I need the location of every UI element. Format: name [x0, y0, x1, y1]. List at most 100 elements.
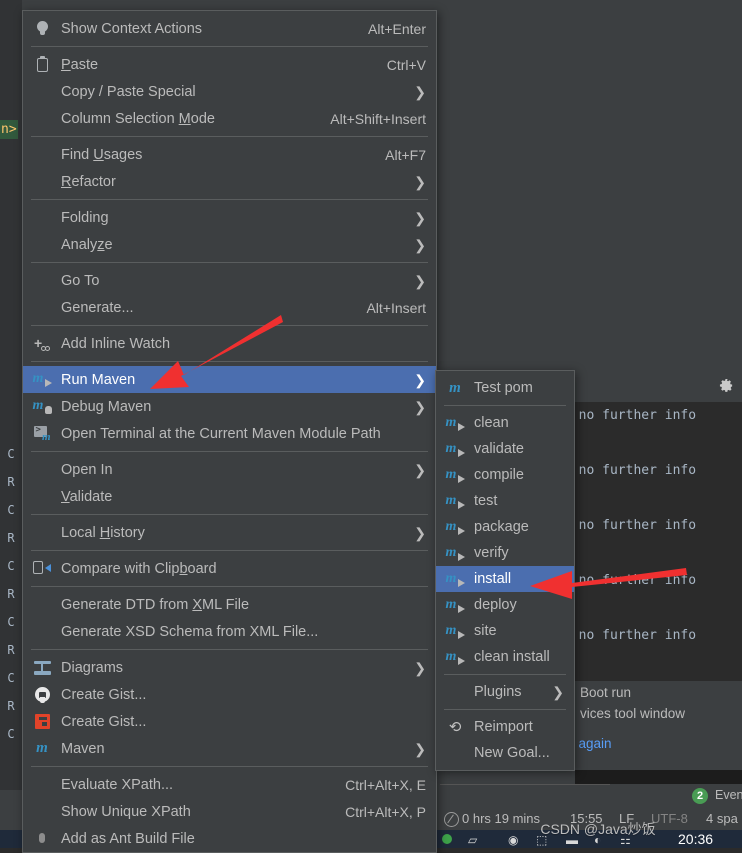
menu-item-label: clean install: [474, 649, 550, 665]
submenu-item-install[interactable]: m install: [436, 566, 574, 592]
console-footer-line: Boot run: [580, 685, 632, 700]
no-icon: [31, 300, 53, 316]
menu-separator: [31, 136, 428, 137]
menu-item-diagrams[interactable]: Diagrams ❯: [23, 654, 436, 681]
status-indent[interactable]: 4 spa: [706, 811, 738, 826]
menu-item-generate[interactable]: Generate... Alt+Insert: [23, 294, 436, 321]
no-icon: [31, 84, 53, 100]
no-icon: [31, 597, 53, 613]
maven-run-icon: m: [444, 623, 466, 639]
taskbar-app-icon-3[interactable]: ◉: [508, 833, 518, 847]
status-encoding[interactable]: UTF-8: [651, 811, 688, 826]
console-line: : no further info: [575, 628, 697, 643]
no-icon: [31, 804, 53, 820]
submenu-item-site[interactable]: m site: [436, 618, 574, 644]
gutter-marker: C: [7, 671, 15, 685]
event-log-label[interactable]: Even: [715, 788, 742, 802]
menu-item-create-gist-gitlab[interactable]: Create Gist...: [23, 708, 436, 735]
submenu-item-clean-install[interactable]: m clean install: [436, 644, 574, 670]
menu-item-label: Folding: [61, 209, 109, 226]
menu-item-open-in[interactable]: Open In ❯: [23, 456, 436, 483]
menu-item-label: Evaluate XPath...: [61, 776, 174, 793]
gear-icon[interactable]: [719, 378, 734, 393]
reimport-icon-glyph: ⟳: [448, 718, 462, 736]
taskbar-app-icon-1[interactable]: [442, 834, 452, 844]
menu-item-column-selection-mode[interactable]: Column Selection Mode Alt+Shift+Insert: [23, 105, 436, 132]
submenu-item-reimport[interactable]: ⟳ Reimport: [436, 714, 574, 740]
menu-item-label: Open Terminal at the Current Maven Modul…: [61, 425, 381, 442]
gutter-marker: C: [7, 559, 15, 573]
gutter-marker: R: [7, 587, 15, 601]
console-line: : no further info: [575, 573, 697, 588]
menu-item-debug-maven[interactable]: m Debug Maven ❯: [23, 393, 436, 420]
menu-item-go-to[interactable]: Go To ❯: [23, 267, 436, 294]
chevron-right-icon: ❯: [414, 461, 426, 478]
run-maven-submenu[interactable]: m Test pom m clean m validate m compile m test m pa…: [435, 370, 575, 771]
no-icon: [444, 745, 466, 761]
menu-item-validate[interactable]: Validate: [23, 483, 436, 510]
menu-item-local-history[interactable]: Local History ❯: [23, 519, 436, 546]
console-toolbar: [575, 370, 742, 403]
menu-item-refactor[interactable]: Refactor ❯: [23, 168, 436, 195]
compare-clipboard-icon-glyph: [33, 561, 51, 576]
menu-item-label: validate: [474, 441, 524, 457]
submenu-item-clean[interactable]: m clean: [436, 410, 574, 436]
taskbar-app-icon-2[interactable]: ▱: [468, 833, 477, 847]
menu-item-compare-with-clipboard[interactable]: Compare with Clipboard: [23, 555, 436, 582]
chevron-right-icon: ❯: [414, 209, 426, 226]
menu-item-paste[interactable]: Paste Ctrl+V: [23, 51, 436, 78]
chevron-right-icon: ❯: [414, 398, 426, 415]
submenu-item-validate[interactable]: m validate: [436, 436, 574, 462]
menu-item-label: Validate: [61, 488, 113, 505]
ant-icon: [31, 831, 53, 847]
status-elapsed-time[interactable]: 0 hrs 19 mins: [462, 811, 540, 826]
submenu-item-deploy[interactable]: m deploy: [436, 592, 574, 618]
menu-item-create-gist-github[interactable]: Create Gist...: [23, 681, 436, 708]
menu-item-find-usages[interactable]: Find Usages Alt+F7: [23, 141, 436, 168]
menu-item-add-inline-watch[interactable]: + Add Inline Watch: [23, 330, 436, 357]
submenu-item-test[interactable]: m test: [436, 488, 574, 514]
maven-run-icon: m: [444, 441, 466, 457]
no-icon: [31, 624, 53, 640]
menu-item-open-terminal-maven[interactable]: m Open Terminal at the Current Maven Modu…: [23, 420, 436, 447]
submenu-item-verify[interactable]: m verify: [436, 540, 574, 566]
menu-item-folding[interactable]: Folding ❯: [23, 204, 436, 231]
menu-separator: [444, 709, 566, 710]
submenu-item-test-pom[interactable]: m Test pom: [436, 375, 574, 401]
menu-item-maven[interactable]: m Maven ❯: [23, 735, 436, 762]
no-icon: [31, 237, 53, 253]
menu-item-label: Find Usages: [61, 146, 143, 163]
menu-item-label: Generate XSD Schema from XML File...: [61, 623, 319, 640]
gutter-marker: C: [7, 727, 15, 741]
menu-item-label: Generate...: [61, 299, 134, 316]
menu-item-label: Diagrams: [61, 659, 124, 676]
menu-item-label: Go To: [61, 272, 100, 289]
menu-item-label: compile: [474, 467, 524, 483]
menu-item-shortcut: Ctrl+Alt+X, E: [345, 776, 426, 793]
menu-item-label: Reimport: [474, 719, 533, 735]
menu-item-evaluate-xpath[interactable]: Evaluate XPath... Ctrl+Alt+X, E: [23, 771, 436, 798]
menu-item-show-context-actions[interactable]: Show Context Actions Alt+Enter: [23, 15, 436, 42]
menu-item-generate-xsd[interactable]: Generate XSD Schema from XML File...: [23, 618, 436, 645]
menu-item-analyze[interactable]: Analyze ❯: [23, 231, 436, 258]
maven-run-icon: m: [444, 545, 466, 561]
menu-item-copy-paste-special[interactable]: Copy / Paste Special ❯: [23, 78, 436, 105]
submenu-item-package[interactable]: m package: [436, 514, 574, 540]
menu-item-generate-dtd[interactable]: Generate DTD from XML File: [23, 591, 436, 618]
submenu-item-compile[interactable]: m compile: [436, 462, 574, 488]
gutter-marker: C: [7, 447, 15, 461]
maven-run-icon: m: [444, 597, 466, 613]
gutter-marker: R: [7, 475, 15, 489]
editor-context-menu[interactable]: Show Context Actions Alt+Enter Paste Ctrl+V…: [22, 10, 437, 853]
submenu-item-new-goal[interactable]: New Goal...: [436, 740, 574, 766]
reimport-icon: ⟳: [444, 718, 466, 736]
menu-item-label: test: [474, 493, 498, 509]
menu-item-run-maven[interactable]: m Run Maven ❯: [23, 366, 436, 393]
menu-separator: [31, 451, 428, 452]
gutter-marker: C: [7, 615, 15, 629]
submenu-item-plugins[interactable]: Plugins ❯: [436, 679, 574, 705]
menu-item-show-unique-xpath[interactable]: Show Unique XPath Ctrl+Alt+X, P: [23, 798, 436, 825]
console-footer-line[interactable]: : again: [575, 736, 612, 751]
event-log-strip: 2 Even: [440, 784, 742, 808]
no-icon: [444, 684, 466, 700]
